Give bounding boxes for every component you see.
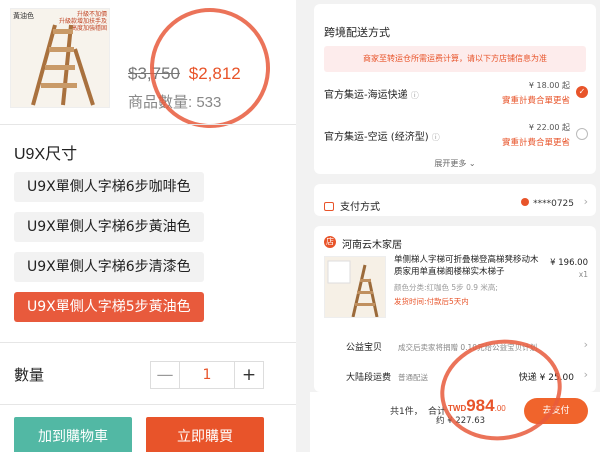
air-sub: 實重計費合單更省 bbox=[501, 138, 570, 148]
order-item-title[interactable]: 单侧梯人字梯可折叠梯登高梯凳移动木质家用单直梯阁楼梯实木梯子 bbox=[394, 254, 544, 279]
highlight-circle-annotation bbox=[134, 0, 286, 144]
air-price: ¥ 22.00 起 bbox=[528, 123, 570, 132]
variant-group-title: U9X尺寸 bbox=[14, 146, 78, 163]
buy-now-button[interactable]: 立即購買 bbox=[146, 417, 264, 452]
card-number-text: ****0725 bbox=[533, 199, 574, 209]
payment-card[interactable]: 支付方式 ****0725 › bbox=[314, 184, 596, 216]
mainland-shipping-value: 普通配送 bbox=[398, 373, 428, 382]
variant-option-1[interactable]: U9X單側人字梯6步咖啡色 bbox=[14, 172, 204, 202]
variant-option-2[interactable]: U9X單側人字梯6步黃油色 bbox=[14, 212, 204, 242]
product-thumbnail: 黃油色 升級不加價 升級款增加扶手及 高度加強穩固 bbox=[10, 8, 110, 108]
variant-option-4-selected[interactable]: U9X單側人字梯5步黃油色 bbox=[14, 292, 204, 322]
shipping-card: 跨境配送方式 商家至转运仓所需运费计算，请以下方店铺信息为准 官方集运-海运快递… bbox=[314, 4, 596, 174]
expand-more-link[interactable]: 展开更多 ⌄ bbox=[314, 158, 596, 169]
radio-checked-icon[interactable]: ✓ bbox=[576, 86, 588, 98]
divider bbox=[0, 342, 296, 343]
quantity-stepper: — 1 + bbox=[150, 361, 264, 389]
chevron-down-icon: ⌄ bbox=[468, 159, 476, 168]
shipping-notice: 商家至转运仓所需运费计算，请以下方店铺信息为准 bbox=[324, 46, 586, 72]
charity-label: 公益宝贝 bbox=[346, 343, 383, 353]
shipping-option-sea-label: 官方集运-海运快递 bbox=[324, 90, 408, 101]
order-item-ship-time: 发货时间:付款后5天内 bbox=[394, 297, 469, 306]
product-header: 黃油色 升級不加價 升級款增加扶手及 高度加強穩固 $3,750 $2,812 … bbox=[0, 0, 296, 144]
quantity-input[interactable]: 1 bbox=[179, 362, 235, 388]
ladder-image bbox=[31, 24, 95, 106]
checkout-panel: 跨境配送方式 商家至转运仓所需运费计算，请以下方店铺信息为准 官方集运-海运快递… bbox=[310, 0, 600, 452]
sea-sub: 實重計費合單更省 bbox=[501, 96, 570, 106]
payment-icon bbox=[324, 202, 334, 211]
chevron-right-icon[interactable]: › bbox=[584, 338, 588, 351]
shipping-option-sea[interactable]: 官方集运-海运快递 ⓘ bbox=[324, 86, 419, 101]
info-icon[interactable]: ⓘ bbox=[411, 91, 419, 100]
sea-price: ¥ 18.00 起 bbox=[528, 81, 570, 90]
item-count: 共1件， bbox=[390, 407, 423, 417]
increment-button[interactable]: + bbox=[235, 362, 263, 388]
product-option-sheet: 黃油色 升級不加價 升級款增加扶手及 高度加強穩固 $3,750 $2,812 … bbox=[0, 0, 296, 452]
radio-unchecked-icon[interactable] bbox=[576, 128, 588, 140]
payment-label: 支付方式 bbox=[340, 202, 380, 213]
payment-method-row: 支付方式 bbox=[324, 198, 380, 213]
expand-more-label: 展开更多 bbox=[434, 159, 467, 168]
order-item-price: ¥ 196.00 bbox=[550, 258, 588, 268]
store-icon: 店 bbox=[324, 236, 336, 248]
ladder-image bbox=[327, 260, 379, 317]
add-to-cart-button[interactable]: 加到購物車 bbox=[14, 417, 132, 452]
chevron-right-icon[interactable]: › bbox=[584, 368, 588, 381]
shipping-option-air-label: 官方集运-空运 (经济型) bbox=[324, 132, 429, 143]
mainland-shipping-label: 大陆段运费 bbox=[346, 373, 392, 383]
info-icon[interactable]: ⓘ bbox=[432, 133, 440, 142]
variant-option-3[interactable]: U9X單側人字梯6步清漆色 bbox=[14, 252, 204, 282]
store-name[interactable]: 河南云木家居 bbox=[342, 236, 402, 251]
screenshot-stage: 黃油色 升級不加價 升級款增加扶手及 高度加強穩固 $3,750 $2,812 … bbox=[0, 0, 600, 452]
shipping-option-air[interactable]: 官方集运-空运 (经济型) ⓘ bbox=[324, 128, 440, 143]
divider bbox=[0, 124, 296, 125]
divider bbox=[0, 404, 296, 405]
order-item-thumbnail[interactable] bbox=[324, 256, 386, 318]
order-item-quantity: x1 bbox=[578, 270, 588, 279]
mastercard-icon bbox=[521, 198, 530, 206]
decrement-button[interactable]: — bbox=[151, 362, 179, 388]
chevron-right-icon: › bbox=[583, 195, 588, 208]
shipping-title: 跨境配送方式 bbox=[324, 26, 390, 39]
quantity-label: 數量 bbox=[14, 366, 45, 384]
card-number: ****0725 bbox=[521, 198, 574, 209]
order-item-variant: 颜色分类:红咖色 5步 0.9 米高; bbox=[394, 283, 498, 292]
